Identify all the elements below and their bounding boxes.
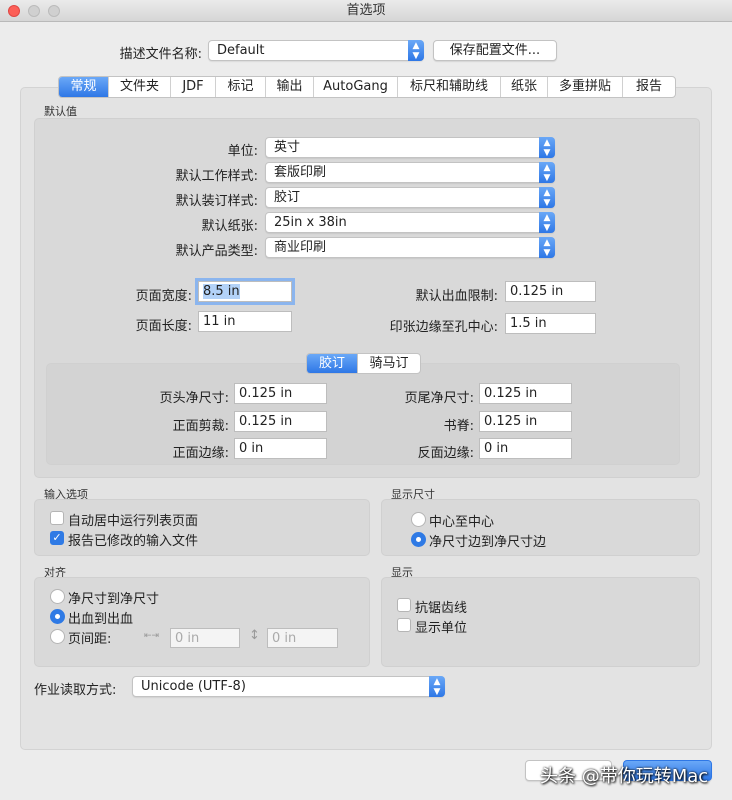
job-read-value: Unicode (UTF-8) [141,679,246,694]
zoom-button[interactable] [48,5,60,17]
face-trim-input[interactable]: 0.125 in [234,411,327,432]
page-gap-label: 页间距: [68,632,112,647]
binding-segmented: 胶订 骑马订 [306,353,421,374]
back-margin-input[interactable]: 0 in [479,438,572,459]
tab-folders[interactable]: 文件夹 [109,77,171,97]
binding-style-select[interactable]: 胶订 ▲ ▼ [265,187,555,208]
horizontal-gap-icon: ⇤⇥ [144,631,160,641]
job-read-select[interactable]: Unicode (UTF-8) ▲ ▼ [132,676,445,697]
title-bar: 首选项 [0,0,732,22]
tab-bar: 常规 文件夹 JDF 标记 输出 AutoGang 标尺和辅助线 纸张 多重拼贴… [58,76,676,98]
units-label: 单位: [227,144,258,159]
page-length-label: 页面长度: [135,319,192,334]
save-profile-button[interactable]: 保存配置文件... [433,40,557,61]
chevron-updown-icon: ▲ ▼ [539,212,555,233]
show-units-label: 显示单位 [415,621,468,636]
show-units-checkbox[interactable] [397,618,411,632]
front-margin-input[interactable]: 0 in [234,438,327,459]
auto-center-checkbox[interactable] [50,511,64,525]
product-type-value: 商业印刷 [274,240,327,255]
work-style-select[interactable]: 套版印刷 ▲ ▼ [265,162,555,183]
paper-value: 25in x 38in [274,215,347,230]
edge-to-hole-label: 印张边缘至孔中心: [389,320,498,335]
center-to-center-radio[interactable] [411,512,426,527]
vertical-gap-input[interactable]: 0 in [267,628,338,648]
trim-to-trim-align-radio[interactable] [50,589,65,604]
units-select[interactable]: 英寸 ▲ ▼ [265,137,555,158]
face-trim-label: 正面剪裁: [172,419,229,434]
report-modified-checkbox[interactable]: ✓ [50,531,64,545]
page-width-label: 页面宽度: [135,289,192,304]
trim-to-trim-radio[interactable] [411,532,426,547]
report-modified-label: 报告已修改的输入文件 [68,534,199,549]
tab-multi-tile[interactable]: 多重拼贴 [548,77,623,97]
tab-general[interactable]: 常规 [59,77,109,97]
binding-style-value: 胶订 [274,190,301,205]
chevron-updown-icon: ▲ ▼ [429,676,445,697]
tab-paper[interactable]: 纸张 [501,77,548,97]
chevron-updown-icon: ▲ ▼ [539,237,555,258]
job-read-label: 作业读取方式: [34,683,117,698]
units-value: 英寸 [274,140,301,155]
binding-style-label: 默认装订样式: [175,194,258,209]
chevron-updown-icon: ▲ ▼ [539,137,555,158]
vertical-gap-icon: ↕ [249,628,260,643]
tab-rulers-guides[interactable]: 标尺和辅助线 [398,77,501,97]
defaults-section-label: 默认值 [44,105,77,118]
bleed-to-bleed-radio[interactable] [50,609,65,624]
trim-to-trim-label: 净尺寸边到净尺寸边 [429,535,547,550]
paper-select[interactable]: 25in x 38in ▲ ▼ [265,212,555,233]
center-to-center-label: 中心至中心 [429,515,495,530]
segment-saddle-stitch[interactable]: 骑马订 [357,354,420,373]
work-style-value: 套版印刷 [274,165,327,180]
spine-input[interactable]: 0.125 in [479,411,572,432]
chevron-updown-icon: ▲ ▼ [408,40,424,61]
horizontal-gap-input[interactable]: 0 in [170,628,240,648]
tab-output[interactable]: 输出 [266,77,314,97]
page-width-value: 8.5 in [203,284,240,299]
window-title: 首选项 [346,3,386,18]
edge-to-hole-input[interactable]: 1.5 in [505,313,596,334]
bleed-limit-input[interactable]: 0.125 in [505,281,596,302]
page-length-input[interactable]: 11 in [198,311,292,332]
product-type-select[interactable]: 商业印刷 ▲ ▼ [265,237,555,258]
tab-jdf[interactable]: JDF [171,77,216,97]
product-type-label: 默认产品类型: [175,244,258,259]
minimize-button[interactable] [28,5,40,17]
auto-center-label: 自动居中运行列表页面 [68,514,199,529]
bleed-limit-label: 默认出血限制: [415,289,498,304]
profile-value: Default [217,43,265,58]
work-style-label: 默认工作样式: [175,169,258,184]
chevron-updown-icon: ▲ ▼ [539,187,555,208]
head-trim-label: 页头净尺寸: [159,391,229,406]
profile-label: 描述文件名称: [119,47,202,62]
watermark: 头条 @带你玩转Mac [540,766,709,787]
close-button[interactable] [8,5,20,17]
tab-report[interactable]: 报告 [623,77,675,97]
foot-trim-label: 页尾净尺寸: [404,391,474,406]
segment-perfect-bound[interactable]: 胶订 [307,354,357,373]
bleed-to-bleed-label: 出血到出血 [68,612,134,627]
tab-autogang[interactable]: AutoGang [314,77,398,97]
trim-to-trim-align-label: 净尺寸到净尺寸 [68,592,160,607]
paper-label: 默认纸张: [201,219,258,234]
back-margin-label: 反面边缘: [417,446,474,461]
antialias-checkbox[interactable] [397,598,411,612]
head-trim-input[interactable]: 0.125 in [234,383,327,404]
antialias-label: 抗锯齿线 [415,601,468,616]
profile-select[interactable]: Default ▲ ▼ [208,40,424,61]
foot-trim-input[interactable]: 0.125 in [479,383,572,404]
chevron-updown-icon: ▲ ▼ [539,162,555,183]
page-width-input[interactable]: 8.5 in [195,278,295,305]
spine-label: 书脊: [443,419,474,434]
page-gap-radio[interactable] [50,629,65,644]
tab-marks[interactable]: 标记 [216,77,266,97]
front-margin-label: 正面边缘: [172,446,229,461]
